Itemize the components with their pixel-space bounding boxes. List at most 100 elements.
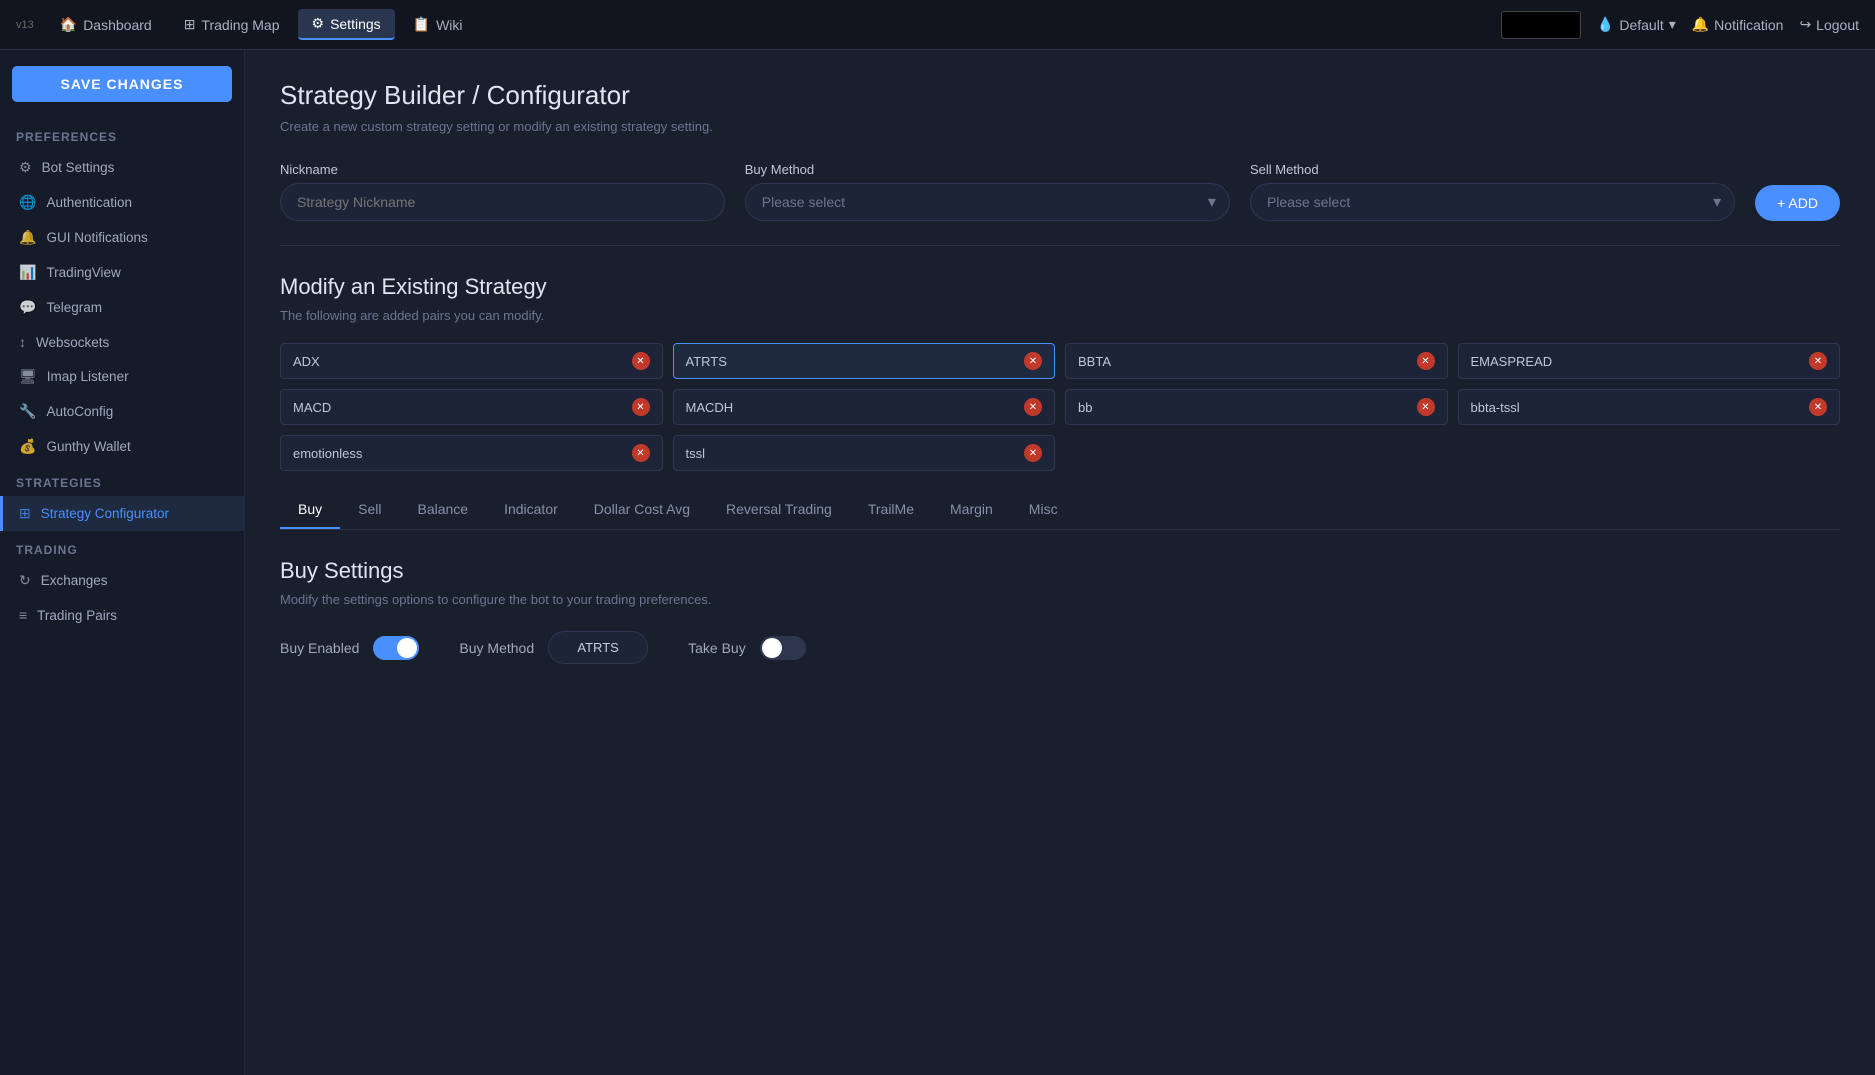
nickname-input[interactable] — [280, 183, 725, 221]
buy-method-group: Buy Method Please select — [745, 162, 1230, 221]
logout-icon: ↪ — [1799, 16, 1811, 33]
strategy-tag[interactable]: MACD ✕ — [280, 389, 663, 425]
nav-trading-map-label: Trading Map — [201, 17, 279, 33]
strategy-tag[interactable]: ADX ✕ — [280, 343, 663, 379]
trading-map-icon: ⊞ — [184, 16, 196, 33]
modify-section-title: Modify an Existing Strategy — [280, 274, 1840, 300]
take-buy-toggle[interactable] — [760, 636, 806, 660]
tab-balance[interactable]: Balance — [399, 491, 486, 529]
sidebar-item-bot-settings-label: Bot Settings — [42, 160, 115, 175]
websockets-icon: ↕ — [19, 334, 26, 350]
buy-enabled-item: Buy Enabled — [280, 636, 419, 660]
sell-method-group: Sell Method Please select — [1250, 162, 1735, 221]
buy-method-select[interactable]: Please select — [745, 183, 1230, 221]
telegram-icon: 💬 — [19, 299, 36, 316]
topnav-right: 💧 Default ▾ 🔔 Notification ↪ Logout — [1501, 11, 1859, 39]
sidebar-item-websockets[interactable]: ↕ Websockets — [0, 325, 244, 359]
strategy-tag[interactable]: bbta-tssl ✕ — [1458, 389, 1841, 425]
tab-sell[interactable]: Sell — [340, 491, 399, 529]
color-picker[interactable] — [1501, 11, 1581, 39]
sidebar-item-gui-notifications[interactable]: 🔔 GUI Notifications — [0, 220, 244, 255]
strategy-tag-remove-button[interactable]: ✕ — [632, 352, 650, 370]
default-dropdown[interactable]: 💧 Default ▾ — [1597, 16, 1676, 33]
sell-method-label: Sell Method — [1250, 162, 1735, 177]
strategy-tag[interactable]: MACDH ✕ — [673, 389, 1056, 425]
sidebar-item-gunthy-wallet[interactable]: 💰 Gunthy Wallet — [0, 429, 244, 464]
sidebar-item-autoconfig[interactable]: 🔧 AutoConfig — [0, 394, 244, 429]
sidebar-item-exchanges[interactable]: ↻ Exchanges — [0, 563, 244, 598]
sidebar-item-trading-pairs[interactable]: ≡ Trading Pairs — [0, 598, 244, 632]
strategy-tag-name: emotionless — [293, 446, 624, 461]
default-label: Default — [1619, 17, 1663, 33]
nav-dashboard-label: Dashboard — [83, 17, 152, 33]
sidebar-item-authentication[interactable]: 🌐 Authentication — [0, 185, 244, 220]
strategy-tag-remove-button[interactable]: ✕ — [1024, 398, 1042, 416]
gui-notifications-icon: 🔔 — [19, 229, 36, 246]
strategy-tag[interactable]: bb ✕ — [1065, 389, 1448, 425]
logout-label: Logout — [1816, 17, 1859, 33]
droplet-icon: 💧 — [1597, 16, 1614, 33]
strategy-tag-name: BBTA — [1078, 354, 1409, 369]
bell-icon: 🔔 — [1692, 16, 1709, 33]
sidebar-item-authentication-label: Authentication — [46, 195, 132, 210]
strategy-tag[interactable]: ATRTS ✕ — [673, 343, 1056, 379]
nav-trading-map[interactable]: ⊞ Trading Map — [170, 10, 294, 39]
notification-label: Notification — [1714, 17, 1783, 33]
tab-reversal-trading[interactable]: Reversal Trading — [708, 491, 850, 529]
tab-buy[interactable]: Buy — [280, 491, 340, 529]
strategy-tag-remove-button[interactable]: ✕ — [1809, 352, 1827, 370]
sidebar-item-telegram[interactable]: 💬 Telegram — [0, 290, 244, 325]
section-divider — [280, 245, 1840, 246]
sidebar-item-bot-settings[interactable]: ⚙ Bot Settings — [0, 150, 244, 185]
tab-dollar-cost-avg[interactable]: Dollar Cost Avg — [576, 491, 708, 529]
sidebar-item-gui-notifications-label: GUI Notifications — [46, 230, 147, 245]
strategy-tag-remove-button[interactable]: ✕ — [632, 398, 650, 416]
strategy-configurator-icon: ⊞ — [19, 505, 31, 522]
nav-wiki[interactable]: 📋 Wiki — [399, 10, 477, 39]
trading-pairs-icon: ≡ — [19, 607, 27, 623]
sidebar-item-tradingview[interactable]: 📊 TradingView — [0, 255, 244, 290]
tab-margin[interactable]: Margin — [932, 491, 1011, 529]
dashboard-icon: 🏠 — [60, 16, 77, 33]
authentication-icon: 🌐 — [19, 194, 36, 211]
tab-indicator[interactable]: Indicator — [486, 491, 576, 529]
imap-listener-icon: 🖥 — [19, 368, 37, 385]
sell-method-select[interactable]: Please select — [1250, 183, 1735, 221]
save-changes-button[interactable]: SAVE CHANGES — [12, 66, 232, 102]
take-buy-label: Take Buy — [688, 640, 746, 656]
nickname-group: Nickname — [280, 162, 725, 221]
buy-enabled-toggle[interactable] — [373, 636, 419, 660]
add-strategy-button[interactable]: + ADD — [1755, 185, 1840, 221]
notification-btn[interactable]: 🔔 Notification — [1692, 16, 1784, 33]
take-buy-knob — [762, 638, 782, 658]
settings-icon: ⚙ — [312, 15, 325, 32]
strategy-tag-remove-button[interactable]: ✕ — [1417, 398, 1435, 416]
sidebar-item-imap-listener-label: Imap Listener — [47, 369, 129, 384]
strategy-tag-remove-button[interactable]: ✕ — [1024, 444, 1042, 462]
nav-dashboard[interactable]: 🏠 Dashboard — [46, 10, 166, 39]
trading-section-label: Trading — [0, 531, 244, 563]
sidebar-item-imap-listener[interactable]: 🖥 Imap Listener — [0, 359, 244, 394]
strategy-tag-name: MACDH — [686, 400, 1017, 415]
toggle-knob — [397, 638, 417, 658]
strategy-tag-remove-button[interactable]: ✕ — [632, 444, 650, 462]
sidebar-item-gunthy-wallet-label: Gunthy Wallet — [46, 439, 130, 454]
tab-misc[interactable]: Misc — [1011, 491, 1076, 529]
strategies-section-label: Strategies — [0, 464, 244, 496]
strategy-tag[interactable]: EMASPREAD ✕ — [1458, 343, 1841, 379]
main-content: Strategy Builder / Configurator Create a… — [245, 50, 1875, 1075]
strategy-tag-remove-button[interactable]: ✕ — [1809, 398, 1827, 416]
logout-btn[interactable]: ↪ Logout — [1799, 16, 1859, 33]
nav-settings[interactable]: ⚙ Settings — [298, 9, 395, 40]
strategy-tag-remove-button[interactable]: ✕ — [1417, 352, 1435, 370]
sidebar-item-exchanges-label: Exchanges — [41, 573, 108, 588]
strategy-tag-remove-button[interactable]: ✕ — [1024, 352, 1042, 370]
strategy-tag[interactable]: tssl ✕ — [673, 435, 1056, 471]
strategy-tag-name: MACD — [293, 400, 624, 415]
page-subtitle: Create a new custom strategy setting or … — [280, 119, 1840, 134]
strategy-tag[interactable]: BBTA ✕ — [1065, 343, 1448, 379]
bot-settings-icon: ⚙ — [19, 159, 32, 176]
strategy-tag[interactable]: emotionless ✕ — [280, 435, 663, 471]
tab-trailme[interactable]: TrailMe — [850, 491, 932, 529]
sidebar-item-strategy-configurator[interactable]: ⊞ Strategy Configurator — [0, 496, 244, 531]
